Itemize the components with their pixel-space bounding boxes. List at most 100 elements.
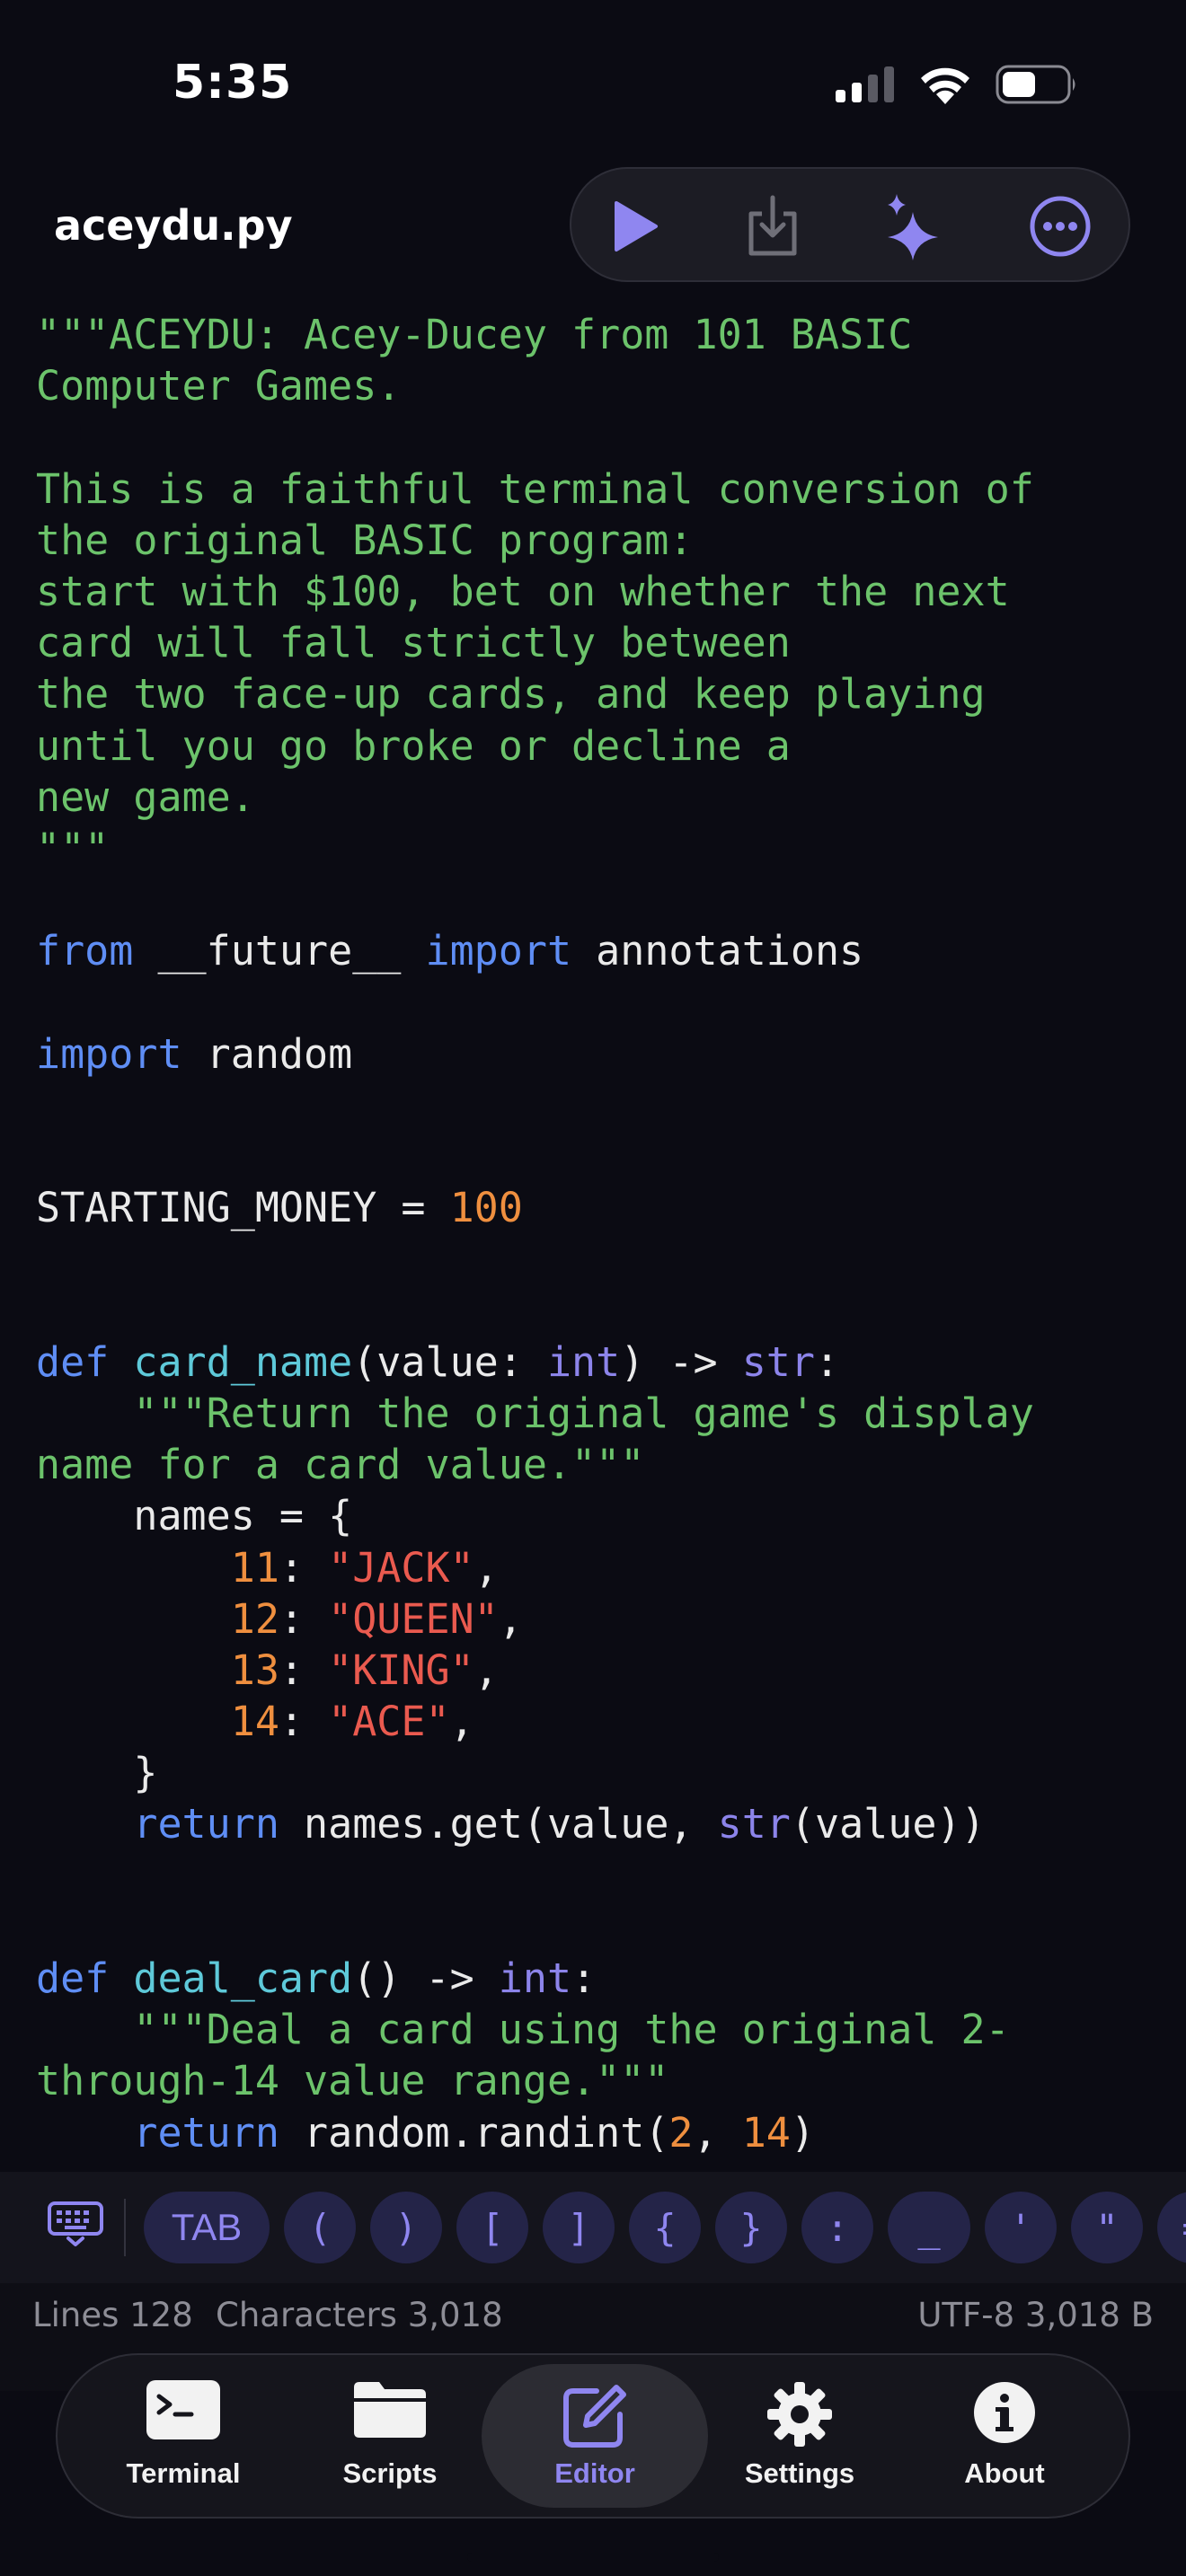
code-token: random (181, 1029, 353, 1078)
code-line: 11: "JACK", (36, 1542, 1168, 1593)
code-token: "ACE" (328, 1698, 450, 1746)
code-token: : (279, 1645, 329, 1694)
code-editor[interactable]: """ACEYDU: Acey-Ducey from 101 BASIC Comp… (36, 309, 1168, 2159)
code-token: def (36, 1337, 110, 1386)
code-token: This is a faithful terminal conversion o… (36, 464, 1034, 513)
code-token: 13 (230, 1645, 279, 1694)
code-token: the original BASIC program: (36, 516, 694, 564)
keyboard-icon (48, 2201, 103, 2246)
ai-assist-button[interactable] (882, 192, 951, 260)
key-symbol[interactable]: ' (985, 2192, 1057, 2263)
code-token: : (571, 1954, 597, 2002)
key-symbol[interactable]: = (1157, 2192, 1186, 2263)
code-line: This is a faithful terminal conversion o… (36, 463, 1168, 515)
code-token: int (546, 1337, 621, 1386)
code-token: , (693, 2108, 742, 2157)
code-token: 14 (230, 1698, 279, 1746)
key-symbol[interactable]: ] (543, 2192, 615, 2263)
run-icon (615, 201, 658, 251)
code-token: , (449, 1698, 474, 1746)
character-count: Characters 3,018 (216, 2296, 503, 2334)
code-token: __future__ (133, 927, 426, 975)
code-token: (value: (352, 1337, 547, 1386)
tab-settings-label: Settings (744, 2457, 855, 2489)
code-line: until you go broke or decline a (36, 720, 1168, 772)
tab-settings[interactable]: Settings (701, 2355, 898, 2517)
code-token: from (36, 927, 134, 975)
tab-about[interactable]: About (906, 2355, 1103, 2517)
code-token: , (498, 1594, 523, 1643)
tab-scripts[interactable]: Scripts (291, 2355, 489, 2517)
code-line: card will fall strictly between (36, 617, 1168, 668)
editor-toolbar (570, 167, 1130, 282)
keybar-divider (124, 2199, 126, 2256)
code-line: """Return the original game's display (36, 1388, 1168, 1439)
symbol-keys: TAB()[]{}:_'"= (144, 2192, 1186, 2263)
key-symbol[interactable]: ( (284, 2192, 356, 2263)
key-symbol[interactable]: ) (370, 2192, 442, 2263)
code-token: """Deal a card using the original 2- (133, 2006, 1010, 2054)
key-symbol[interactable]: { (629, 2192, 701, 2263)
key-tab[interactable]: TAB (144, 2192, 270, 2263)
file-title: aceydu.py (54, 201, 293, 250)
code-token: STARTING_MONEY = (36, 1184, 450, 1232)
tab-terminal[interactable]: Terminal (84, 2355, 282, 2517)
code-token: annotations (571, 927, 864, 975)
tab-editor[interactable]: Editor (482, 2364, 708, 2508)
status-time: 5:35 (173, 56, 293, 110)
code-token: return (133, 2108, 279, 2157)
gear-icon (767, 2382, 832, 2447)
code-token: "JACK" (328, 1543, 474, 1592)
status-icons (836, 65, 1078, 104)
code-line: name for a card value.""" (36, 1439, 1168, 1490)
run-button[interactable] (598, 192, 667, 260)
download-icon (748, 195, 797, 256)
download-button[interactable] (739, 192, 807, 260)
terminal-icon (146, 2380, 220, 2439)
code-token: : (279, 1698, 329, 1746)
key-symbol[interactable]: " (1071, 2192, 1143, 2263)
key-symbol[interactable]: } (715, 2192, 787, 2263)
code-token: card will fall strictly between (36, 619, 791, 667)
keyboard-toggle-button[interactable] (47, 2201, 104, 2251)
key-symbol[interactable]: [ (456, 2192, 528, 2263)
code-line: new game. (36, 772, 1168, 823)
code-line: the original BASIC program: (36, 515, 1168, 566)
wifi-icon (921, 67, 969, 104)
code-line: return random.randint(2, 14) (36, 2107, 1168, 2158)
code-token: card_name (133, 1337, 353, 1386)
key-symbol[interactable]: _ (888, 2192, 970, 2263)
code-line: names = { (36, 1490, 1168, 1541)
code-token: until you go broke or decline a (36, 721, 791, 770)
code-line: """ACEYDU: Acey-Ducey from 101 BASIC (36, 309, 1168, 360)
code-token: names = { (36, 1492, 353, 1540)
code-line: 13: "KING", (36, 1645, 1168, 1696)
key-symbol[interactable]: : (801, 2192, 873, 2263)
code-token: int (498, 1954, 572, 2002)
code-token: ) (790, 2108, 815, 2157)
code-token: : (279, 1543, 329, 1592)
tab-bar: Terminal Scripts Editor Settings About (56, 2353, 1130, 2519)
code-token: } (36, 1749, 158, 1797)
code-line: STARTING_MONEY = 100 (36, 1182, 1168, 1233)
code-token: through-14 value range.""" (36, 2057, 669, 2105)
code-line: } (36, 1747, 1168, 1798)
encoding-size: UTF-8 3,018 B (917, 2296, 1154, 2334)
code-token: names.get(value, (279, 1800, 718, 1848)
more-button[interactable] (1026, 192, 1094, 260)
code-token: Computer Games. (36, 362, 402, 410)
